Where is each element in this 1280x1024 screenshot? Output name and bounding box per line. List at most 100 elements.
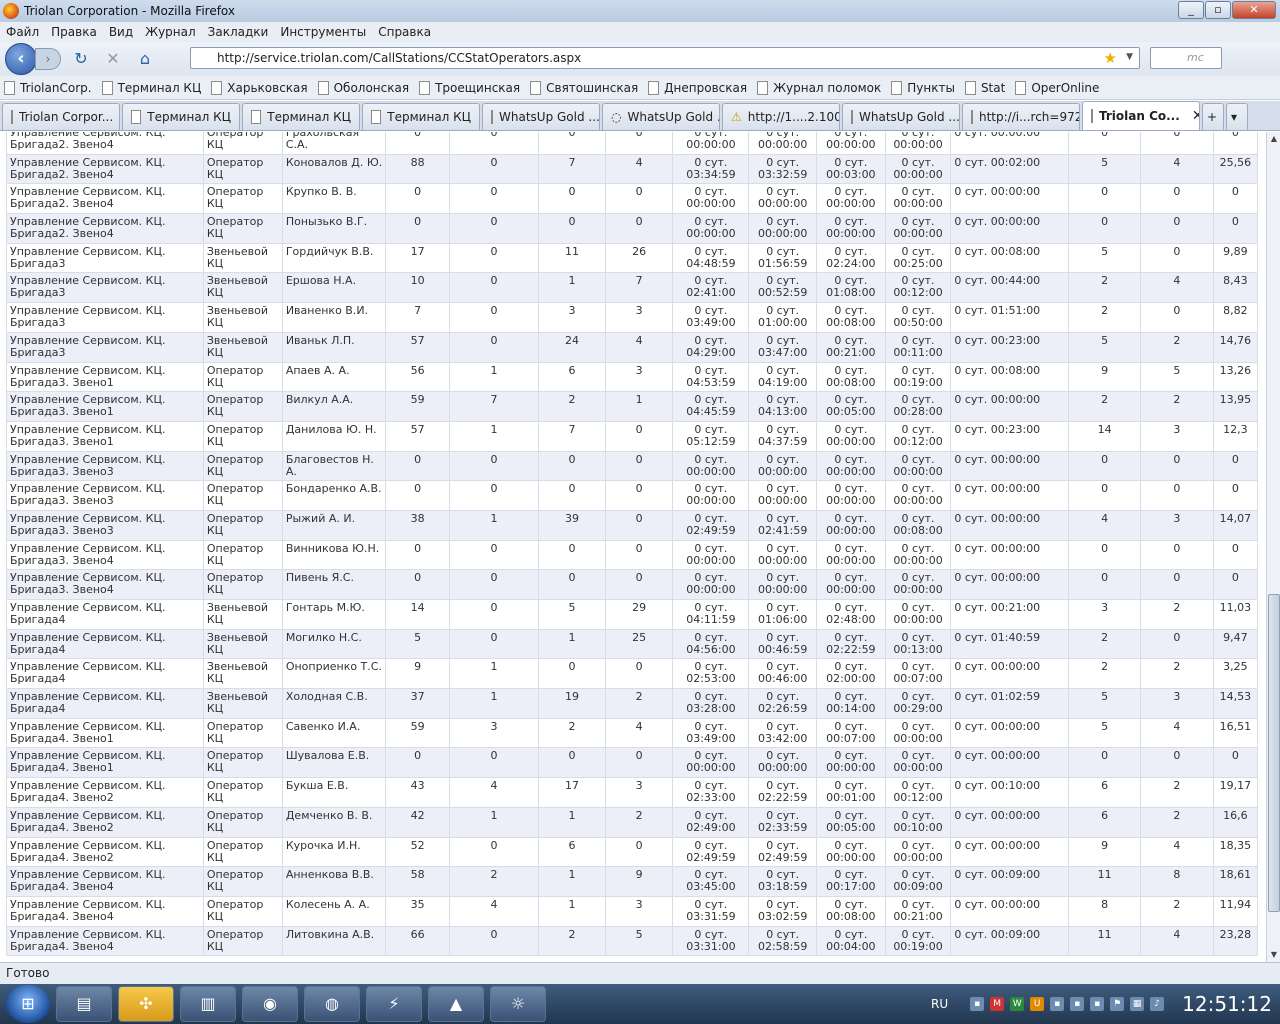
bookmark-item[interactable]: TriolanCorp. — [4, 80, 92, 95]
table-cell: 0 сут. 00:00:00 — [748, 450, 818, 482]
taskbar-app-icon[interactable]: ▲ — [428, 986, 484, 1022]
back-button[interactable]: ‹ — [5, 43, 37, 75]
start-button[interactable]: ⊞ — [6, 985, 50, 1023]
home-icon[interactable]: ⌂ — [133, 47, 157, 71]
table-cell: 18,35 — [1212, 836, 1259, 868]
table-cell: 0 сут. 00:00:00 — [884, 213, 952, 244]
table-cell: Оператор КЦ — [202, 480, 283, 511]
vertical-scrollbar[interactable]: ▲ ▼ — [1266, 132, 1280, 962]
system-tray: RU ▪ M W U ▪ ▪ ▪ ⚑ ▦ ♪ 12:51:12 — [931, 984, 1280, 1024]
bookmark-item[interactable]: Днепровская — [648, 80, 747, 95]
bookmark-item[interactable]: Святошинская — [530, 80, 638, 95]
table-row: Управление Сервисом. КЦ. Бригада4. Звено… — [6, 717, 1259, 749]
reload-icon[interactable]: ↻ — [69, 47, 93, 71]
bookmark-item[interactable]: Харьковская — [211, 80, 308, 95]
table-cell: 18,61 — [1212, 866, 1259, 897]
tray-icon[interactable]: U — [1030, 997, 1045, 1011]
browser-tab[interactable]: Терминал КЦ — [242, 103, 360, 130]
taskbar-app-icon[interactable]: ✣ — [118, 986, 174, 1022]
taskbar-firefox-icon[interactable]: ◍ — [304, 986, 360, 1022]
close-tab-icon[interactable]: ✕ — [1192, 108, 1199, 124]
menu-edit[interactable]: Правка — [51, 25, 97, 39]
flag-icon[interactable]: ⚑ — [1110, 997, 1125, 1011]
new-tab-button[interactable]: + — [1202, 103, 1224, 130]
tray-icon[interactable]: ▪ — [1070, 997, 1085, 1011]
speaker-icon[interactable]: ♪ — [1150, 997, 1165, 1011]
browser-tab[interactable]: WhatsUp Gold ... — [482, 103, 600, 130]
menu-history[interactable]: Журнал — [145, 25, 196, 39]
taskbar-app-icon[interactable]: ▤ — [56, 986, 112, 1022]
page-icon — [251, 110, 262, 124]
tray-icon[interactable]: ▪ — [1090, 997, 1105, 1011]
browser-tab[interactable]: WhatsUp Gold ... — [842, 103, 960, 130]
url-dropdown-icon[interactable]: ▼ — [1126, 52, 1133, 62]
tab-list-button[interactable]: ▾ — [1226, 103, 1248, 130]
bookmark-star-icon[interactable]: ★ — [1104, 49, 1117, 67]
taskbar-safesurf-icon[interactable]: ☼ — [490, 986, 546, 1022]
bookmark-item[interactable]: Журнал поломок — [757, 80, 881, 95]
table-cell: Управление Сервисом. КЦ. Бригада3. Звено… — [6, 569, 204, 600]
table-cell: 0 сут. 00:00:00 — [816, 509, 886, 541]
search-input[interactable]: mc — [1150, 47, 1222, 69]
table-cell: Оператор КЦ — [202, 747, 283, 779]
bookmark-item[interactable]: Троещинская — [419, 80, 520, 95]
menu-bookmarks[interactable]: Закладки — [208, 25, 269, 39]
browser-tab[interactable]: ⚠ http://1....2.100/ — [722, 103, 840, 130]
taskbar-app-icon[interactable]: ▥ — [180, 986, 236, 1022]
table-cell: 14,76 — [1212, 331, 1259, 363]
table-cell: Оператор КЦ — [202, 509, 283, 541]
menu-file[interactable]: Файл — [6, 25, 39, 39]
page-icon — [131, 110, 142, 124]
taskbar-chrome-icon[interactable]: ◉ — [242, 986, 298, 1022]
network-icon[interactable]: ▦ — [1130, 997, 1145, 1011]
menu-tools[interactable]: Инструменты — [280, 25, 366, 39]
table-cell: 0 сут. 00:07:00 — [884, 658, 952, 690]
browser-tab[interactable]: Triolan Corpor... — [2, 103, 120, 130]
bookmark-item[interactable]: Пункты — [891, 80, 955, 95]
table-cell: 9 — [1068, 836, 1142, 868]
url-bar[interactable]: http://service.triolan.com/CallStations/… — [190, 47, 1140, 69]
table-cell: 3 — [448, 717, 540, 749]
clock[interactable]: 12:51:12 — [1182, 992, 1272, 1016]
tray-icon[interactable]: ▪ — [970, 997, 985, 1011]
language-indicator[interactable]: RU — [931, 997, 948, 1011]
menu-help[interactable]: Справка — [378, 25, 431, 39]
table-cell: Управление Сервисом. КЦ. Бригада3. Звено… — [6, 361, 204, 393]
scroll-down-icon[interactable]: ▼ — [1267, 948, 1280, 962]
table-cell: Оператор КЦ — [202, 925, 283, 957]
bookmark-item[interactable]: Терминал КЦ — [101, 80, 201, 95]
menu-view[interactable]: Вид — [109, 25, 133, 39]
table-cell: 0 — [538, 658, 606, 690]
table-cell: Управление Сервисом. КЦ. Бригада4 — [6, 599, 204, 630]
forward-button[interactable]: › — [35, 48, 61, 70]
tray-icon[interactable]: ▪ — [1050, 997, 1065, 1011]
browser-tab[interactable]: http://i...rch=972 — [962, 103, 1080, 130]
browser-tab[interactable]: Терминал КЦ — [122, 103, 240, 130]
table-cell: 0 сут. 02:33:59 — [748, 806, 818, 838]
table-cell: 2 — [604, 688, 674, 719]
table-cell: Оператор КЦ — [202, 866, 283, 897]
browser-tab[interactable]: ◌ WhatsUp Gold ... — [602, 103, 720, 130]
taskbar-app-icon[interactable]: ⚡ — [366, 986, 422, 1022]
page-icon — [757, 80, 769, 95]
url-text[interactable]: http://service.triolan.com/CallStations/… — [217, 51, 581, 65]
bookmark-item[interactable]: Оболонская — [317, 80, 409, 95]
browser-tab-active[interactable]: Triolan Co...✕ — [1082, 101, 1200, 130]
table-cell: Оператор КЦ — [202, 361, 283, 393]
page-icon — [11, 110, 13, 124]
tray-icon[interactable]: W — [1010, 997, 1025, 1011]
table-cell: 0 сут. 03:47:00 — [748, 331, 818, 363]
bookmark-item[interactable]: OperOnline — [1015, 80, 1099, 95]
menu-bar: Файл Правка Вид Журнал Закладки Инструме… — [0, 22, 1280, 42]
table-cell: 2 — [1140, 599, 1214, 630]
close-button[interactable]: ✕ — [1232, 1, 1276, 19]
maximize-button[interactable]: ▫ — [1205, 1, 1231, 19]
tab-bar: Triolan Corpor... Терминал КЦ Терминал К… — [0, 101, 1280, 131]
stop-icon[interactable]: ✕ — [101, 47, 125, 71]
tray-icon[interactable]: M — [990, 997, 1005, 1011]
scroll-thumb[interactable] — [1268, 594, 1280, 912]
minimize-button[interactable]: _ — [1178, 1, 1204, 19]
browser-tab[interactable]: Терминал КЦ — [362, 103, 480, 130]
bookmark-item[interactable]: Stat — [964, 80, 1005, 95]
scroll-up-icon[interactable]: ▲ — [1267, 132, 1280, 146]
